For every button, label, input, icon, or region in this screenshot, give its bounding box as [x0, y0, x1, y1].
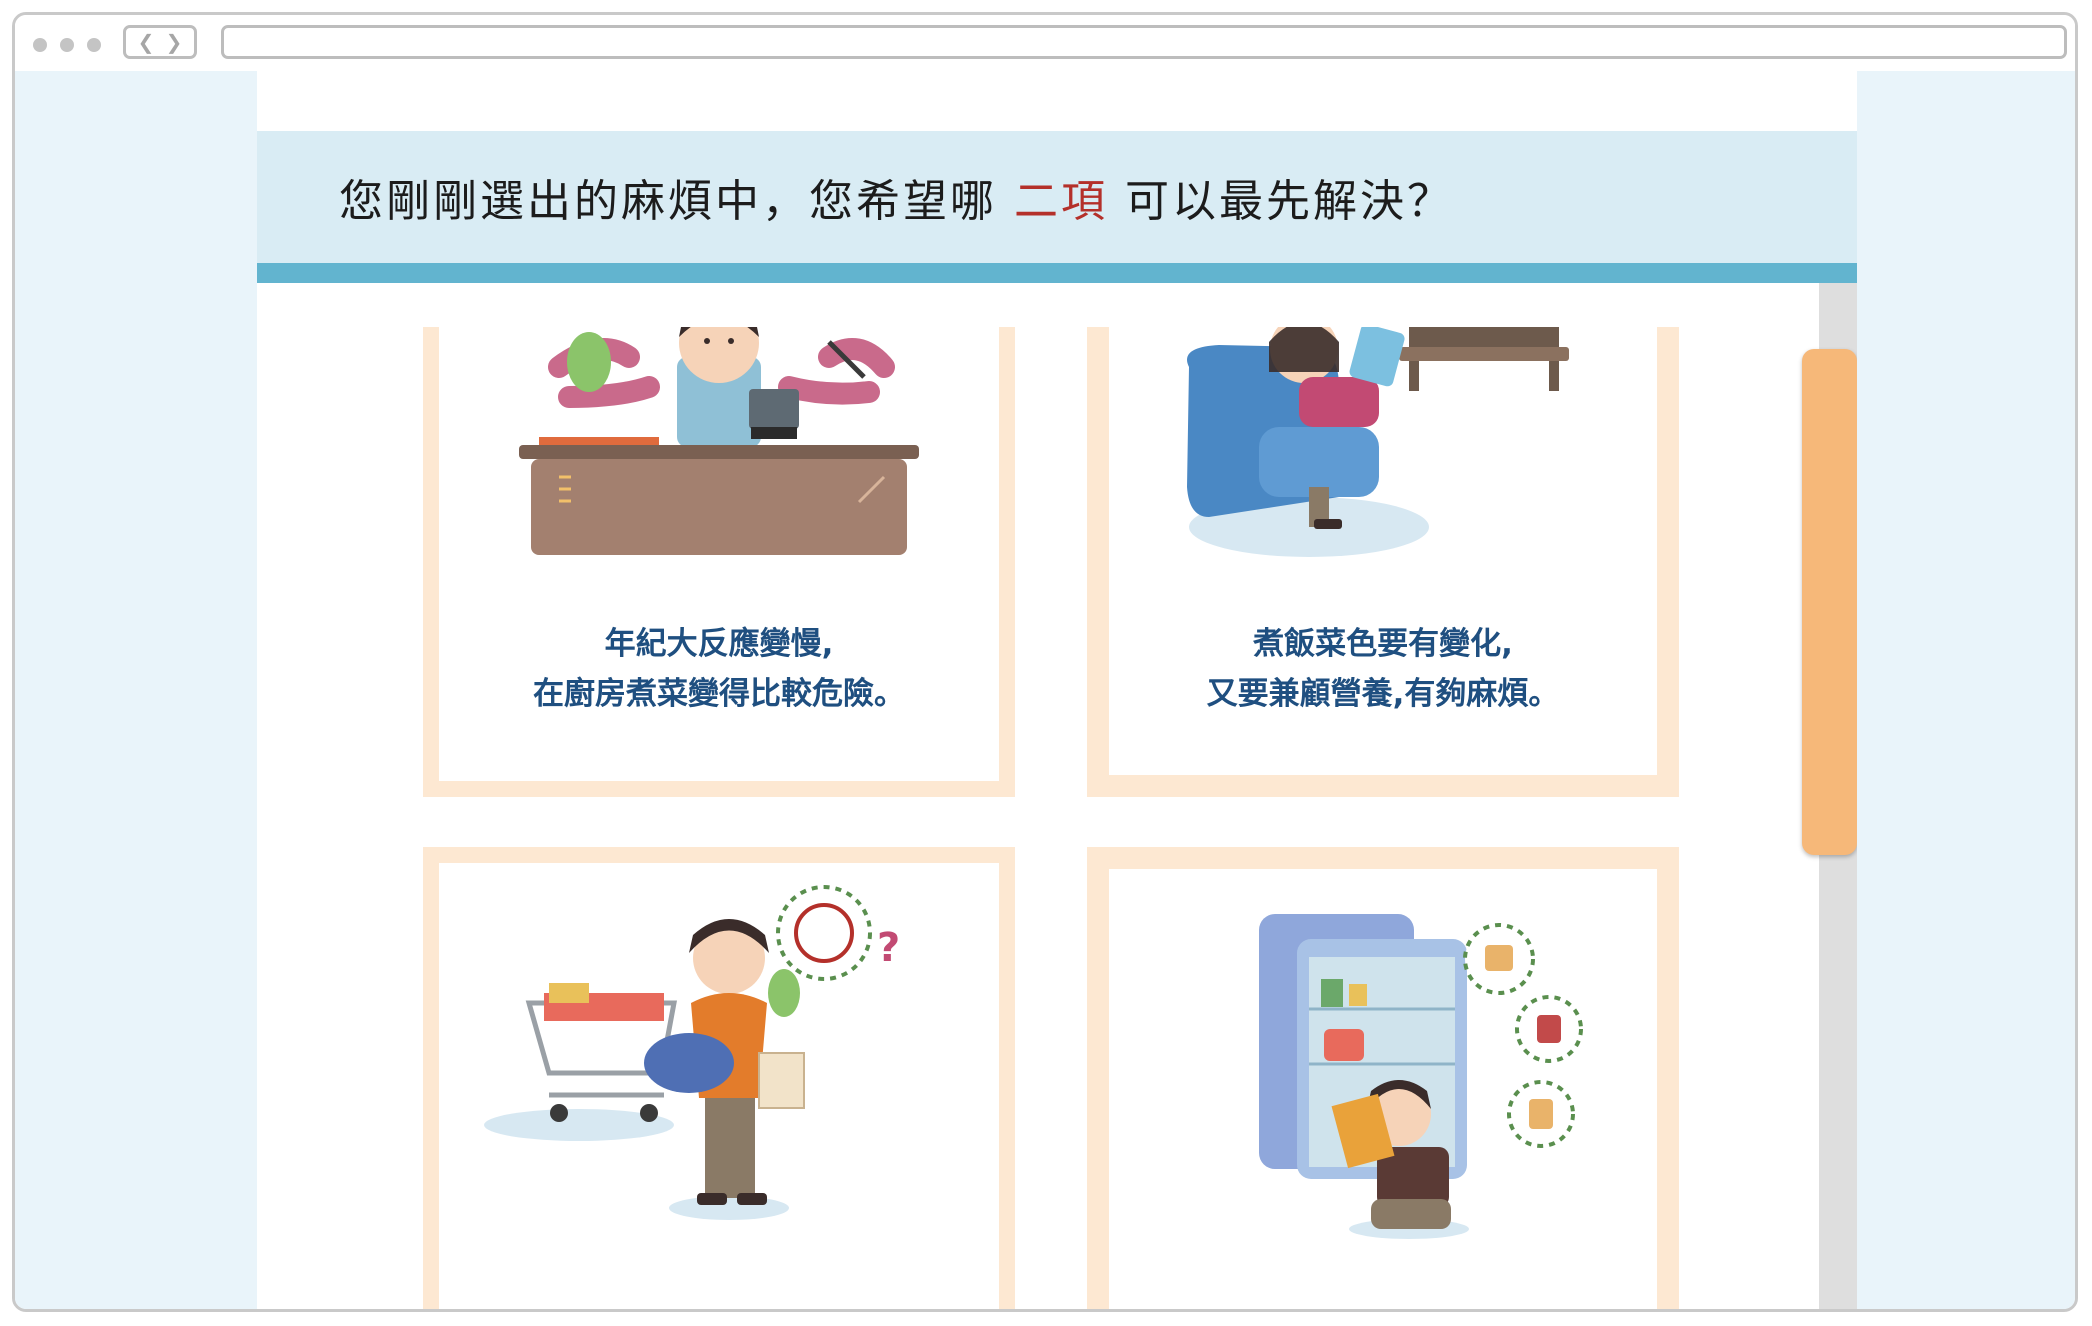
question-before: 您剛剛選出的麻煩中，您希望哪 — [339, 176, 997, 227]
forward-arrow-icon[interactable]: ❯ — [166, 32, 183, 52]
option-card-grocery-shopping[interactable]: ? — [423, 847, 1015, 1309]
option-card-fridge-search[interactable] — [1087, 847, 1679, 1309]
option-card-menu-variety[interactable]: 煮飯菜色要有變化, 又要兼顧營養,有夠麻煩。 — [1087, 327, 1679, 797]
history-nav: ❮ ❯ — [123, 25, 197, 59]
card-1-line-1: 年紀大反應變慢, — [604, 626, 834, 662]
window-close-icon[interactable] — [33, 38, 47, 52]
card-2-line-2: 又要兼顧營養,有夠麻煩。 — [1206, 676, 1560, 712]
right-margin — [1857, 71, 2075, 1309]
back-arrow-icon[interactable]: ❮ — [138, 32, 155, 52]
card-2-line-1: 煮飯菜色要有變化, — [1253, 626, 1513, 662]
survey-page: 您剛剛選出的麻煩中，您希望哪 二項 可以最先解決？ 年紀大反應變慢, 在廚房煮菜… — [257, 71, 1857, 1309]
card-1-caption: 年紀大反應變慢, 在廚房煮菜變得比較危險。 — [439, 619, 999, 719]
svg-text:?: ? — [877, 925, 900, 971]
question-highlight: 二項 — [1014, 176, 1108, 227]
fridge-food-search-icon — [1259, 914, 1583, 1239]
browser-window: ❮ ❯ 您剛剛選出的麻煩中，您希望哪 二項 可以最先解決？ 年紀大反應變慢, 在… — [12, 12, 2078, 1312]
scrollbar-thumb[interactable] — [1802, 349, 1857, 855]
browser-titlebar: ❮ ❯ — [15, 15, 2075, 71]
question-text: 您剛剛選出的麻煩中，您希望哪 二項 可以最先解決？ — [339, 165, 1454, 229]
option-card-kitchen-danger[interactable]: 年紀大反應變慢, 在廚房煮菜變得比較危險。 — [423, 327, 1015, 797]
address-bar[interactable] — [221, 25, 2067, 59]
grocery-shopping-organic-icon: ? — [484, 885, 900, 1220]
question-after: 可以最先解決？ — [1125, 176, 1454, 227]
question-header: 您剛剛選出的麻煩中，您希望哪 二項 可以最先解決？ — [257, 131, 1857, 283]
window-zoom-icon[interactable] — [87, 38, 101, 52]
card-1-line-2: 在廚房煮菜變得比較危險。 — [533, 676, 905, 712]
left-margin — [15, 71, 257, 1309]
armchair-recipe-tablet-icon — [1187, 327, 1569, 557]
card-2-caption: 煮飯菜色要有變化, 又要兼顧營養,有夠麻煩。 — [1109, 619, 1657, 719]
busy-cooking-grandma-icon — [519, 327, 919, 555]
window-minimize-icon[interactable] — [60, 38, 74, 52]
